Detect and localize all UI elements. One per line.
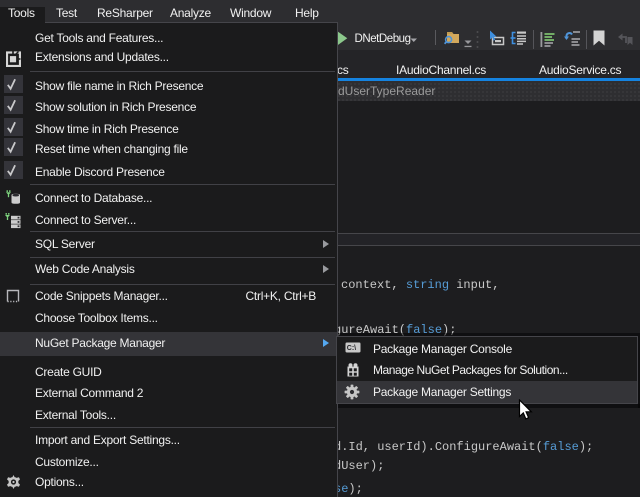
svg-text:C:\: C:\ xyxy=(346,345,355,352)
